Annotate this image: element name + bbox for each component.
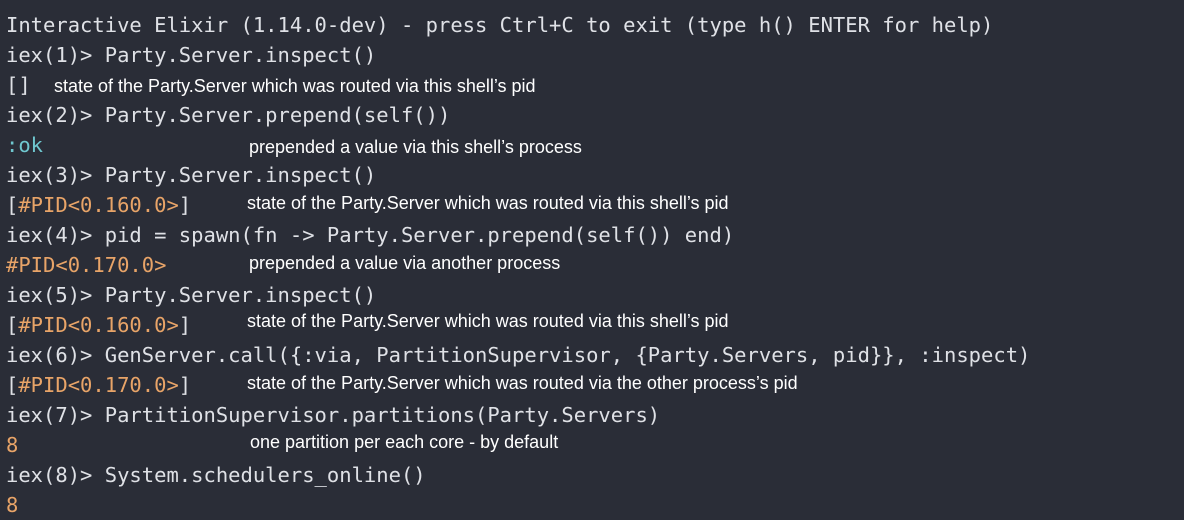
pid-value: #PID<0.160.0> <box>18 193 179 217</box>
annotation-6: state of the Party.Server which was rout… <box>247 373 798 393</box>
iex-command-2: iex(2)> Party.Server.prepend(self()) <box>6 103 451 127</box>
iex-output-8: 8 <box>6 493 19 517</box>
list-close: ] <box>178 193 192 217</box>
list-open: [ <box>6 373 19 397</box>
pid-value: #PID<0.160.0> <box>18 313 179 337</box>
annotation-7: one partition per each core - by default <box>250 432 559 452</box>
terminal-window[interactable]: Interactive Elixir (1.14.0-dev) - press … <box>0 0 1184 520</box>
iex-output-7: 8 <box>6 433 19 457</box>
annotation-3: state of the Party.Server which was rout… <box>247 193 729 213</box>
annotation-5: state of the Party.Server which was rout… <box>247 311 729 331</box>
iex-command-6: iex(6)> GenServer.call({:via, PartitionS… <box>6 343 1031 367</box>
iex-output-6: [#PID<0.170.0>] <box>6 370 191 400</box>
iex-command-1: iex(1)> Party.Server.inspect() <box>6 43 377 67</box>
iex-command-5: iex(5)> Party.Server.inspect() <box>6 283 377 307</box>
pid-value: #PID<0.170.0> <box>18 373 179 397</box>
iex-output-4: #PID<0.170.0> <box>6 253 167 277</box>
iex-output-5: [#PID<0.160.0>] <box>6 310 191 340</box>
list-open: [ <box>6 313 19 337</box>
list-close: ] <box>178 373 192 397</box>
annotation-2: prepended a value via this shell’s proce… <box>249 137 582 157</box>
iex-output-3: [#PID<0.160.0>] <box>6 190 191 220</box>
iex-command-7: iex(7)> PartitionSupervisor.partitions(P… <box>6 403 661 427</box>
annotation-1: state of the Party.Server which was rout… <box>54 76 536 96</box>
iex-output-1: [] <box>6 73 31 97</box>
iex-command-4: iex(4)> pid = spawn(fn -> Party.Server.p… <box>6 223 735 247</box>
iex-command-3: iex(3)> Party.Server.inspect() <box>6 163 377 187</box>
iex-output-2: :ok <box>6 133 44 157</box>
list-close: ] <box>178 313 192 337</box>
iex-command-8: iex(8)> System.schedulers_online() <box>6 463 426 487</box>
annotation-4: prepended a value via another process <box>249 253 561 273</box>
iex-banner: Interactive Elixir (1.14.0-dev) - press … <box>6 13 994 37</box>
list-open: [ <box>6 193 19 217</box>
